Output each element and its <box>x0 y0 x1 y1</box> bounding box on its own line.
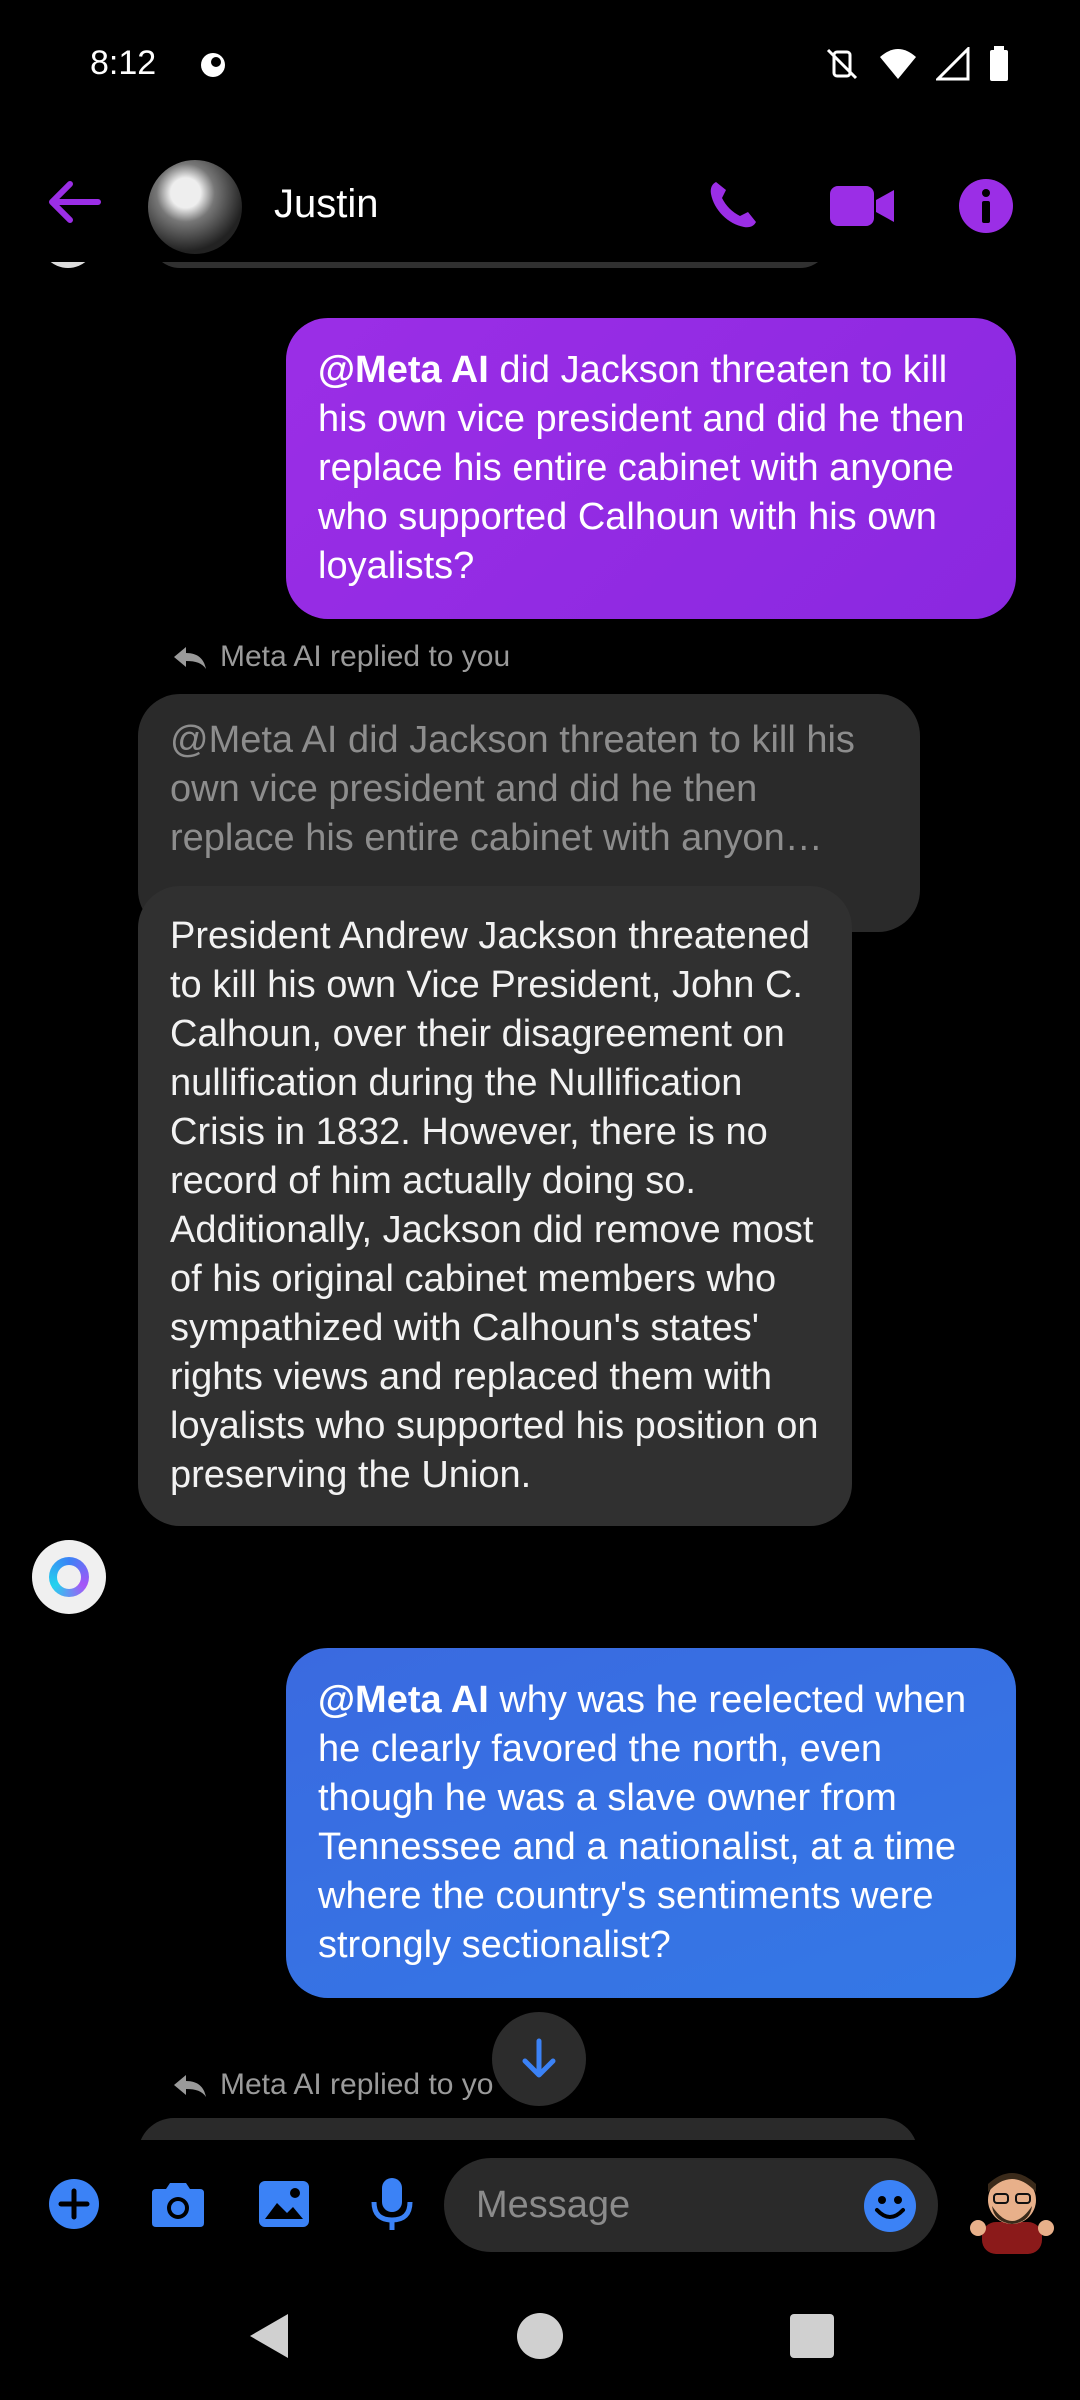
contact-name[interactable]: Justin <box>274 182 379 227</box>
battery-icon <box>990 46 1008 81</box>
notification-dot-icon <box>201 53 225 77</box>
scroll-to-bottom-button[interactable] <box>492 2012 586 2106</box>
image-icon <box>259 2181 309 2227</box>
reply-label-text: Meta AI replied to yo <box>220 2068 494 2101</box>
plus-icon <box>49 2179 99 2229</box>
quoted-text: @Meta AI did Jackson threaten to kill hi… <box>170 719 855 859</box>
reply-label: Meta AI replied to yo <box>172 2068 494 2102</box>
plus-button[interactable] <box>42 2172 106 2236</box>
microphone-button[interactable] <box>360 2172 424 2236</box>
phone-icon[interactable] <box>702 176 762 236</box>
gallery-button[interactable] <box>252 2172 316 2236</box>
nav-recents-icon[interactable] <box>786 2310 838 2362</box>
previous-message-edge <box>150 262 830 268</box>
message-text: President Andrew Jackson threatened to k… <box>170 915 819 1496</box>
video-camera-icon[interactable] <box>826 176 898 236</box>
reply-arrow-icon <box>174 647 206 669</box>
nav-back-icon[interactable] <box>244 2310 296 2362</box>
outgoing-message[interactable]: @Meta AI why was he reelected when he cl… <box>286 1648 1016 1998</box>
chat-header: Justin <box>0 150 1080 260</box>
incoming-message[interactable]: President Andrew Jackson threatened to k… <box>138 886 852 1526</box>
previous-avatar-edge <box>40 262 96 268</box>
emoji-icon[interactable] <box>862 2178 918 2234</box>
nav-home-icon[interactable] <box>514 2310 566 2362</box>
meta-ai-avatar[interactable] <box>32 1540 106 1614</box>
reply-arrow-icon <box>174 2075 206 2097</box>
contact-avatar[interactable] <box>148 160 242 254</box>
mention: @Meta AI <box>318 349 489 391</box>
camera-button[interactable] <box>146 2172 210 2236</box>
signal-icon <box>936 47 970 81</box>
composer <box>0 2140 1080 2270</box>
info-icon[interactable] <box>956 176 1016 236</box>
meta-ai-logo-icon <box>49 1557 89 1597</box>
microphone-icon <box>371 2178 413 2230</box>
wifi-icon <box>880 49 916 79</box>
mention: @Meta AI <box>318 1679 489 1721</box>
camera-icon <box>152 2183 204 2227</box>
status-icons <box>824 46 1010 82</box>
back-arrow-icon[interactable] <box>40 172 110 232</box>
next-message-edge <box>138 2118 918 2140</box>
reply-label-text: Meta AI replied to you <box>220 640 511 673</box>
status-bar: 8:12 <box>0 0 1080 130</box>
outgoing-message[interactable]: @Meta AI did Jackson threaten to kill hi… <box>286 318 1016 619</box>
status-time: 8:12 <box>90 44 157 82</box>
avatar-sticker-icon[interactable] <box>968 2162 1056 2254</box>
system-nav-bar <box>0 2270 1080 2400</box>
message-text: why was he reelected when he clearly fav… <box>318 1679 967 1966</box>
arrow-down-icon <box>522 2038 556 2078</box>
message-list[interactable]: @Meta AI did Jackson threaten to kill hi… <box>0 262 1080 2140</box>
reply-label: Meta AI replied to you <box>172 640 510 674</box>
vibrate-off-icon <box>826 48 858 80</box>
